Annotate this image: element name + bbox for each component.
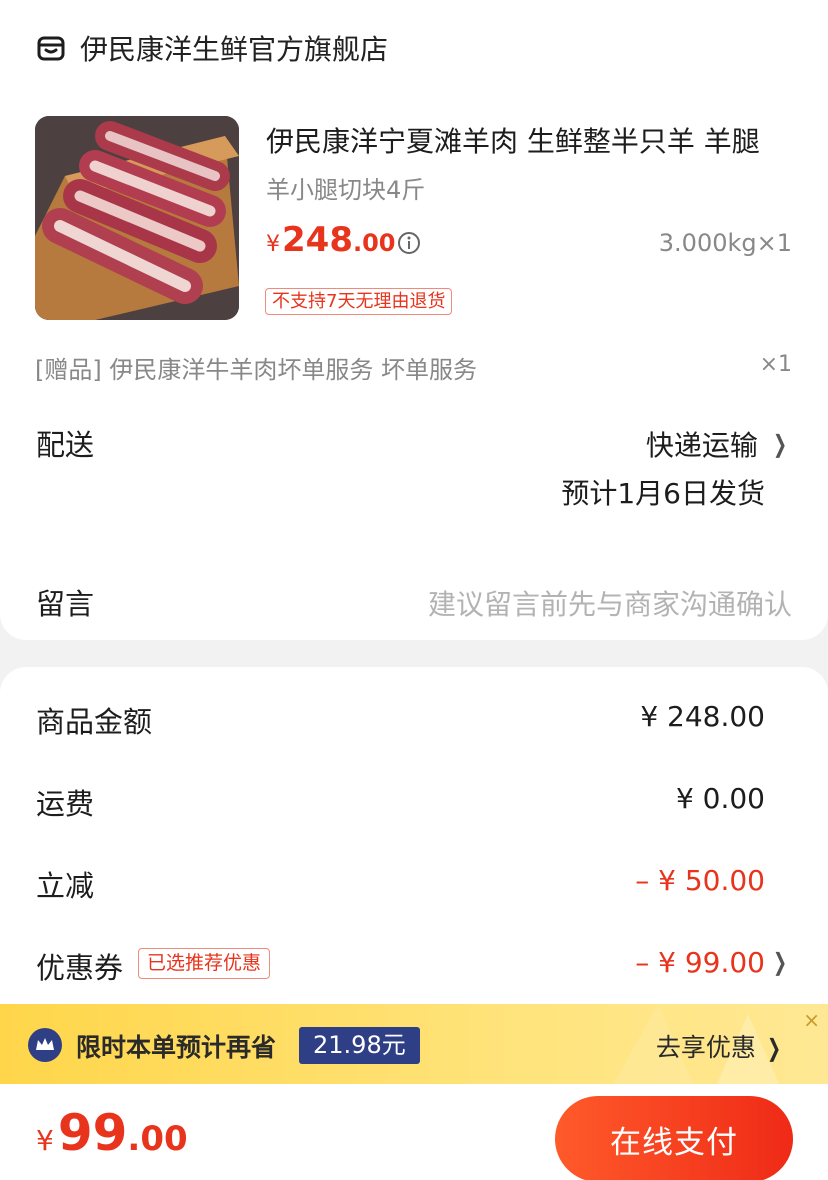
price-currency: ¥: [266, 232, 280, 257]
info-icon[interactable]: [397, 231, 421, 255]
price-integer: 248: [282, 220, 353, 260]
message-input[interactable]: 建议留言前先与商家沟通确认: [428, 583, 792, 623]
shop-name: 伊民康洋生鲜官方旗舰店: [80, 33, 389, 66]
chevron-right-icon: ❯: [766, 1034, 781, 1062]
promo-saving-badge: 21.98元: [299, 1027, 420, 1064]
product-image[interactable]: [35, 116, 239, 320]
total-decimal: .00: [127, 1119, 188, 1159]
shop-header[interactable]: 伊民康洋生鲜官方旗舰店: [36, 28, 388, 68]
delivery-method-selector[interactable]: 快递运输 ❯: [646, 424, 790, 464]
total-integer: 99: [57, 1104, 128, 1162]
promo-banner[interactable]: 限时本单预计再省 21.98元 去享优惠 ❯ ×: [0, 1004, 828, 1084]
chevron-right-icon: ❯: [772, 430, 787, 458]
promo-text: 限时本单预计再省: [76, 1033, 277, 1062]
no-return-badge: 不支持7天无理由退货: [265, 288, 453, 315]
product-spec: 羊小腿切块4斤: [266, 176, 426, 204]
price-decimal: .00: [352, 229, 396, 257]
checkout-bar: ¥ 99 .00 在线支付: [0, 1084, 828, 1180]
message-label: 留言: [36, 587, 95, 621]
shipping-label: 运费: [36, 787, 95, 821]
gift-quantity: ×1: [759, 352, 792, 377]
promo-link-label: 去享优惠: [655, 1033, 756, 1062]
delivery-label: 配送: [36, 428, 95, 462]
promo-link[interactable]: 去享优惠 ❯: [656, 1028, 784, 1064]
shipping-amount: ¥ 0.00: [675, 782, 765, 815]
coupon-recommend-badge: 已选推荐优惠: [138, 948, 271, 979]
product-quantity: 3.000kg×1: [658, 229, 792, 257]
gift-item: [赠品] 伊民康洋牛羊肉坏单服务 坏单服务: [35, 356, 477, 384]
store-icon: [37, 36, 65, 61]
goods-amount: ¥ 248.00: [640, 700, 765, 733]
coupon-amount[interactable]: – ¥ 99.00: [635, 946, 765, 979]
discount-amount: – ¥ 50.00: [635, 864, 765, 897]
crown-icon: [28, 1028, 62, 1062]
goods-amount-label: 商品金额: [36, 705, 153, 739]
total-price: ¥ 99 .00: [36, 1104, 188, 1162]
product-title[interactable]: 伊民康洋宁夏滩羊肉 生鲜整半只羊 羊腿: [266, 120, 792, 160]
close-icon[interactable]: ×: [803, 1008, 820, 1032]
chevron-right-icon[interactable]: ❯: [773, 948, 787, 976]
pay-online-button[interactable]: 在线支付: [555, 1096, 793, 1180]
delivery-method: 快递运输: [645, 429, 758, 462]
total-currency: ¥: [36, 1124, 54, 1157]
lamb-shank-image: [35, 116, 239, 320]
discount-label: 立减: [36, 869, 95, 903]
order-items-card: [0, 0, 828, 640]
delivery-estimate: 预计1月6日发货: [561, 477, 765, 510]
coupon-label: 优惠券: [36, 951, 124, 985]
product-price: ¥ 248 .00: [266, 220, 396, 260]
